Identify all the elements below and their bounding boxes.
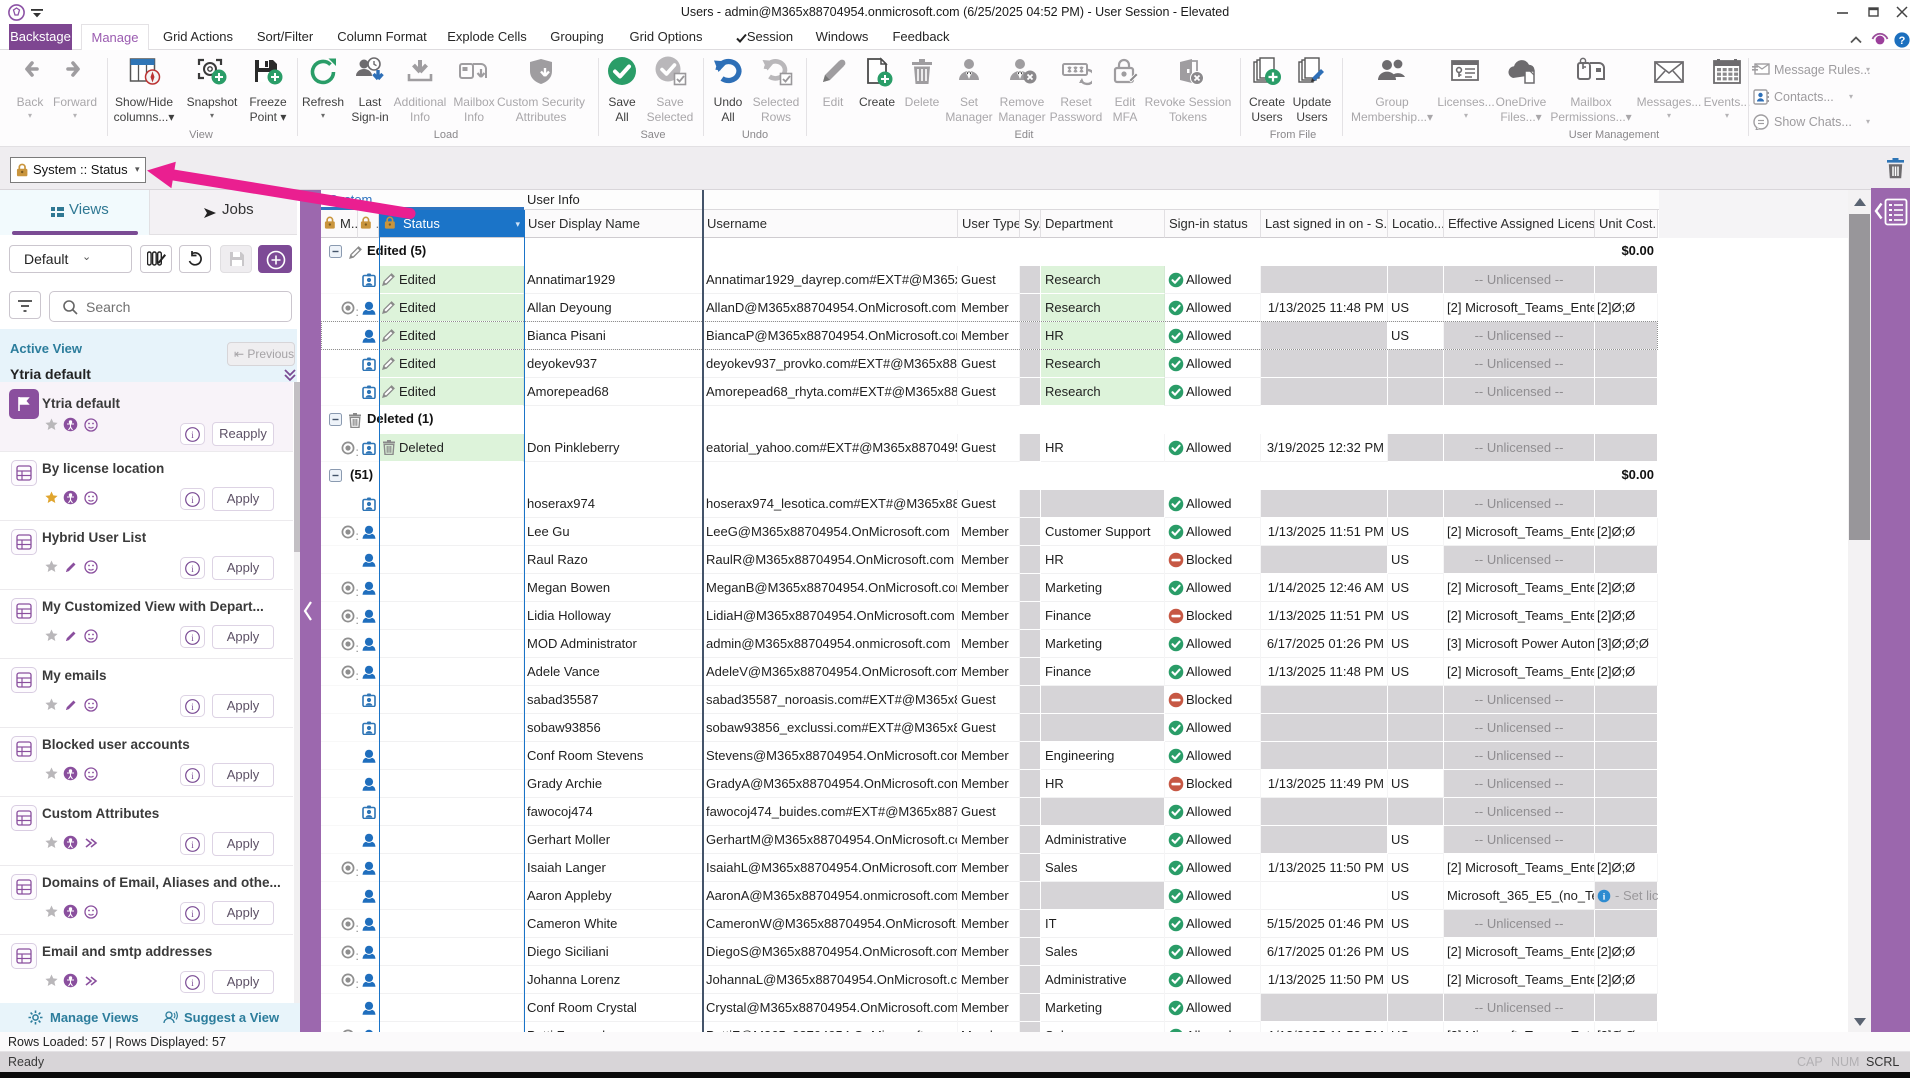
- svg-text:?: ?: [1899, 35, 1906, 47]
- svg-text:i: i: [191, 495, 194, 505]
- svg-text:i: i: [191, 978, 194, 988]
- svg-text:i: i: [191, 702, 194, 712]
- svg-text:i: i: [191, 840, 194, 850]
- svg-text:i: i: [191, 771, 194, 781]
- svg-text:i: i: [191, 430, 194, 440]
- svg-text:i: i: [191, 564, 194, 574]
- svg-text:i: i: [191, 633, 194, 643]
- svg-text:i: i: [191, 909, 194, 919]
